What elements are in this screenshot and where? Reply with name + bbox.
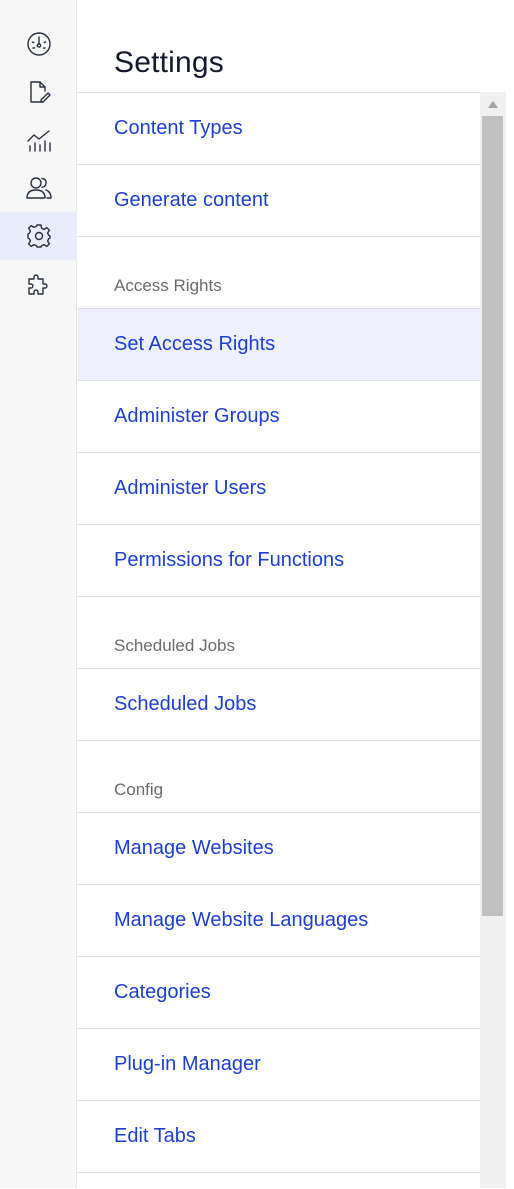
settings-list: Content Types Generate content Access Ri… — [78, 92, 480, 1189]
section-header-config: Config — [78, 741, 480, 813]
list-item-manage-websites[interactable]: Manage Websites — [78, 813, 480, 885]
list-item-scheduled-jobs[interactable]: Scheduled Jobs — [78, 669, 480, 741]
gear-icon — [26, 224, 51, 248]
rail-item-users[interactable] — [0, 164, 77, 212]
list-item-generate-content[interactable]: Generate content — [78, 165, 480, 237]
rail-item-settings[interactable] — [0, 212, 77, 260]
users-icon — [25, 177, 52, 199]
list-item-permissions-for-functions[interactable]: Permissions for Functions — [78, 525, 480, 597]
vertical-scrollbar[interactable] — [480, 92, 506, 1188]
list-item-administer-groups[interactable]: Administer Groups — [78, 381, 480, 453]
list-item-plugin-manager[interactable]: Plug-in Manager — [78, 1029, 480, 1101]
list-item-categories[interactable]: Categories — [78, 957, 480, 1029]
list-item-edit-tabs[interactable]: Edit Tabs — [78, 1101, 480, 1173]
list-item-set-access-rights[interactable]: Set Access Rights — [78, 309, 480, 381]
edit-document-icon — [29, 81, 51, 103]
list-item-administer-users[interactable]: Administer Users — [78, 453, 480, 525]
rail-item-addons[interactable] — [0, 260, 77, 308]
list-item-manage-website-languages[interactable]: Manage Website Languages — [78, 885, 480, 957]
analytics-icon — [26, 130, 51, 152]
puzzle-icon — [27, 274, 48, 295]
icon-rail — [0, 0, 77, 1188]
section-header-access-rights: Access Rights — [78, 237, 480, 309]
rail-item-analytics[interactable] — [0, 116, 77, 164]
section-header-scheduled-jobs: Scheduled Jobs — [78, 597, 480, 669]
list-item-content-types[interactable]: Content Types — [78, 93, 480, 165]
scrollbar-thumb[interactable] — [482, 116, 503, 916]
scroll-up-button[interactable] — [480, 92, 506, 116]
settings-panel: Settings Content Types Generate content … — [78, 0, 514, 1188]
rail-item-dashboard[interactable] — [0, 20, 77, 68]
rail-item-content[interactable] — [0, 68, 77, 116]
dashboard-icon — [26, 32, 51, 56]
arrow-up-icon — [488, 100, 498, 108]
page-title: Settings — [114, 46, 224, 79]
